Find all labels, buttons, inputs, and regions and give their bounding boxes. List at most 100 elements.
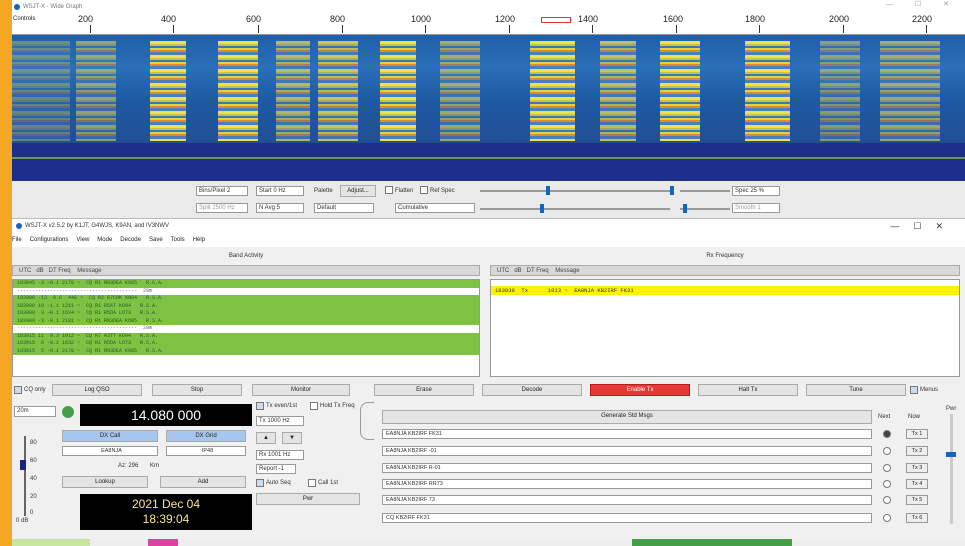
tx6-message[interactable]: CQ KB2IRF FK31 xyxy=(382,513,872,523)
cq-only-checkbox[interactable] xyxy=(14,386,22,394)
stop-button[interactable]: Stop xyxy=(152,384,242,396)
power-label: Pwr xyxy=(946,406,957,412)
enable-tx-button[interactable]: Enable Tx xyxy=(590,384,690,396)
menu-mode[interactable]: Mode xyxy=(97,237,112,243)
signal-trace xyxy=(150,41,186,141)
tx-frequency-marker[interactable] xyxy=(541,17,571,23)
tx-even-checkbox[interactable] xyxy=(256,402,264,410)
tx4-message[interactable]: EA8NJA KB2IRF RR73 xyxy=(382,479,872,489)
cumulative-dropdown[interactable]: Cumulative xyxy=(395,203,475,213)
add-button[interactable]: Add xyxy=(160,476,246,488)
tx6-now-button[interactable]: Tx 6 xyxy=(906,513,928,523)
tx2-message[interactable]: EA8NJA KB2IRF -01 xyxy=(382,446,872,456)
gain-slider-knob[interactable] xyxy=(546,186,550,195)
freq-tick-label: 1600 xyxy=(663,14,684,24)
decode-row[interactable]: 183915 6 -0.1 1632 ~ CQ R1 R5DA LO73 R.S… xyxy=(13,340,479,348)
smooth-spinbox[interactable]: Smooth 1 xyxy=(732,203,780,213)
decode-row[interactable]: 183900 -3 -0.1 2181 ~ CQ R1 RN3DEA KO85 … xyxy=(13,317,479,325)
adjust-button[interactable]: Adjust... xyxy=(340,185,376,197)
dx-grid-input[interactable]: IP48 xyxy=(166,446,246,456)
tx4-now-button[interactable]: Tx 4 xyxy=(906,479,928,489)
auto-seq-checkbox[interactable] xyxy=(256,479,264,487)
down-arrow-button[interactable]: ▼ xyxy=(282,432,302,444)
tx6-next-radio[interactable] xyxy=(883,514,891,522)
call-1st-checkbox[interactable] xyxy=(308,479,316,487)
tx2-now-button[interactable]: Tx 2 xyxy=(906,446,928,456)
split-spinbox[interactable]: Split 2500 Hz xyxy=(196,203,248,213)
spec-spinbox[interactable]: Spec 25 % xyxy=(732,186,780,196)
slider-knob[interactable] xyxy=(540,204,544,213)
zero-slider-track[interactable] xyxy=(680,190,730,192)
report-spinbox[interactable]: Report -1 xyxy=(256,464,296,474)
band-activity-list[interactable]: 183845 -3 -0.1 2178 ~ CQ R1 RN3DEA KO85 … xyxy=(12,279,480,377)
decode-row[interactable]: 183900 10 -1.1 1211 ~ CQ R1 R5AT KO94 R.… xyxy=(13,302,479,310)
rx-decode-row[interactable]: 183930 Tx 1013 ~ EA8NJA KB2IRF FK31 xyxy=(491,286,959,295)
decode-row[interactable]: 183915 11 0.3 1012 ~ CQ R7 R3TT KO94 R.S… xyxy=(13,332,479,340)
generate-std-msgs-button[interactable]: Generate Std Msgs xyxy=(382,410,872,424)
tx1-now-button[interactable]: Tx 1 xyxy=(906,429,928,439)
tx4-next-radio[interactable] xyxy=(883,480,891,488)
tune-button[interactable]: Tune xyxy=(806,384,906,396)
menu-save[interactable]: Save xyxy=(149,237,163,243)
tx-freq-spinbox[interactable]: Tx 1000 Hz xyxy=(256,416,304,426)
log-qso-button[interactable]: Log QSO xyxy=(52,384,142,396)
menu-view[interactable]: View xyxy=(76,237,89,243)
rx-frequency-list[interactable]: 183930 Tx 1013 ~ EA8NJA KB2IRF FK31 xyxy=(490,279,960,377)
main-button-row: CQ only Log QSO Stop Monitor Erase Decod… xyxy=(12,384,965,398)
decode-row[interactable]: 183900 3 -0.1 1634 ~ CQ R1 R5DA LO73 R.S… xyxy=(13,310,479,318)
start-freq-spinbox[interactable]: Start 0 Hz xyxy=(256,186,304,196)
waterfall-display[interactable] xyxy=(0,35,965,143)
lookup-button[interactable]: Lookup xyxy=(62,476,148,488)
hold-tx-checkbox[interactable] xyxy=(310,402,318,410)
freq-tick-label: 1000 xyxy=(411,14,432,24)
tx2-next-radio[interactable] xyxy=(883,447,891,455)
tx3-message[interactable]: EA8NJA KB2IRF R-01 xyxy=(382,463,872,473)
up-arrow-button[interactable]: ▲ xyxy=(256,432,276,444)
menu-file[interactable]: File xyxy=(12,237,22,243)
tx3-now-button[interactable]: Tx 3 xyxy=(906,463,928,473)
erase-button[interactable]: Erase xyxy=(374,384,474,396)
flatten-checkbox[interactable] xyxy=(385,186,393,194)
power-slider-knob[interactable] xyxy=(946,452,956,457)
window-controls[interactable]: — ☐ ✕ xyxy=(886,0,959,8)
rx-freq-spinbox[interactable]: Rx 1001 Hz xyxy=(256,450,304,460)
menu-help[interactable]: Help xyxy=(193,237,205,243)
tx1-message[interactable]: EA8NJA KB2IRF FK31 xyxy=(382,429,872,439)
menu-configurations[interactable]: Configurations xyxy=(30,237,69,243)
menu-decode[interactable]: Decode xyxy=(120,237,141,243)
pwr-button[interactable]: Pwr xyxy=(256,493,360,505)
halt-tx-button[interactable]: Halt Tx xyxy=(698,384,798,396)
bins-per-pixel-spinbox[interactable]: Bins/Pixel 2 xyxy=(196,186,248,196)
palette-dropdown[interactable]: Default xyxy=(314,203,374,213)
tx1-next-radio[interactable] xyxy=(883,430,891,438)
slider-knob[interactable] xyxy=(683,204,687,213)
window-controls[interactable]: —☐✕ xyxy=(890,221,957,232)
menus-checkbox[interactable] xyxy=(910,386,918,394)
n-avg-spinbox[interactable]: N Avg 5 xyxy=(256,203,304,213)
slider-track[interactable] xyxy=(480,208,670,210)
signal-trace xyxy=(440,41,480,141)
menu-tools[interactable]: Tools xyxy=(171,237,185,243)
tab-bracket xyxy=(360,402,374,440)
decode-button[interactable]: Decode xyxy=(482,384,582,396)
frequency-ruler[interactable]: ☐ Controls 200 400 600 800 1000 1200 140… xyxy=(0,13,965,35)
tx5-message-dropdown[interactable]: EA8NJA KB2IRF 73 xyxy=(382,495,872,505)
tx5-next-radio[interactable] xyxy=(883,496,891,504)
tx3-next-radio[interactable] xyxy=(883,464,891,472)
decode-row[interactable]: 183915 5 -0.1 2178 ~ CQ R1 RN3DEA KO85 R… xyxy=(13,347,479,355)
tick xyxy=(425,25,426,33)
band-dropdown[interactable]: 20m xyxy=(14,406,56,417)
slider-track[interactable] xyxy=(680,208,730,210)
power-slider-track[interactable] xyxy=(950,414,953,524)
ref-spec-checkbox[interactable] xyxy=(420,186,428,194)
freq-tick-label: 2000 xyxy=(829,14,850,24)
meter-scale xyxy=(24,436,26,516)
decode-row[interactable]: 183900 -13 0.6 448 ~ CQ R2 R7CHK KN94 R.… xyxy=(13,295,479,303)
dx-call-input[interactable]: EA8NJA xyxy=(62,446,158,456)
signal-trace xyxy=(318,41,358,141)
zero-slider-knob[interactable] xyxy=(670,186,674,195)
decode-row[interactable]: 183845 -3 -0.1 2178 ~ CQ R1 RN3DEA KO85 … xyxy=(13,280,479,288)
monitor-button[interactable]: Monitor xyxy=(252,384,350,396)
gain-slider-track[interactable] xyxy=(480,190,670,192)
tx5-now-button[interactable]: Tx 5 xyxy=(906,495,928,505)
